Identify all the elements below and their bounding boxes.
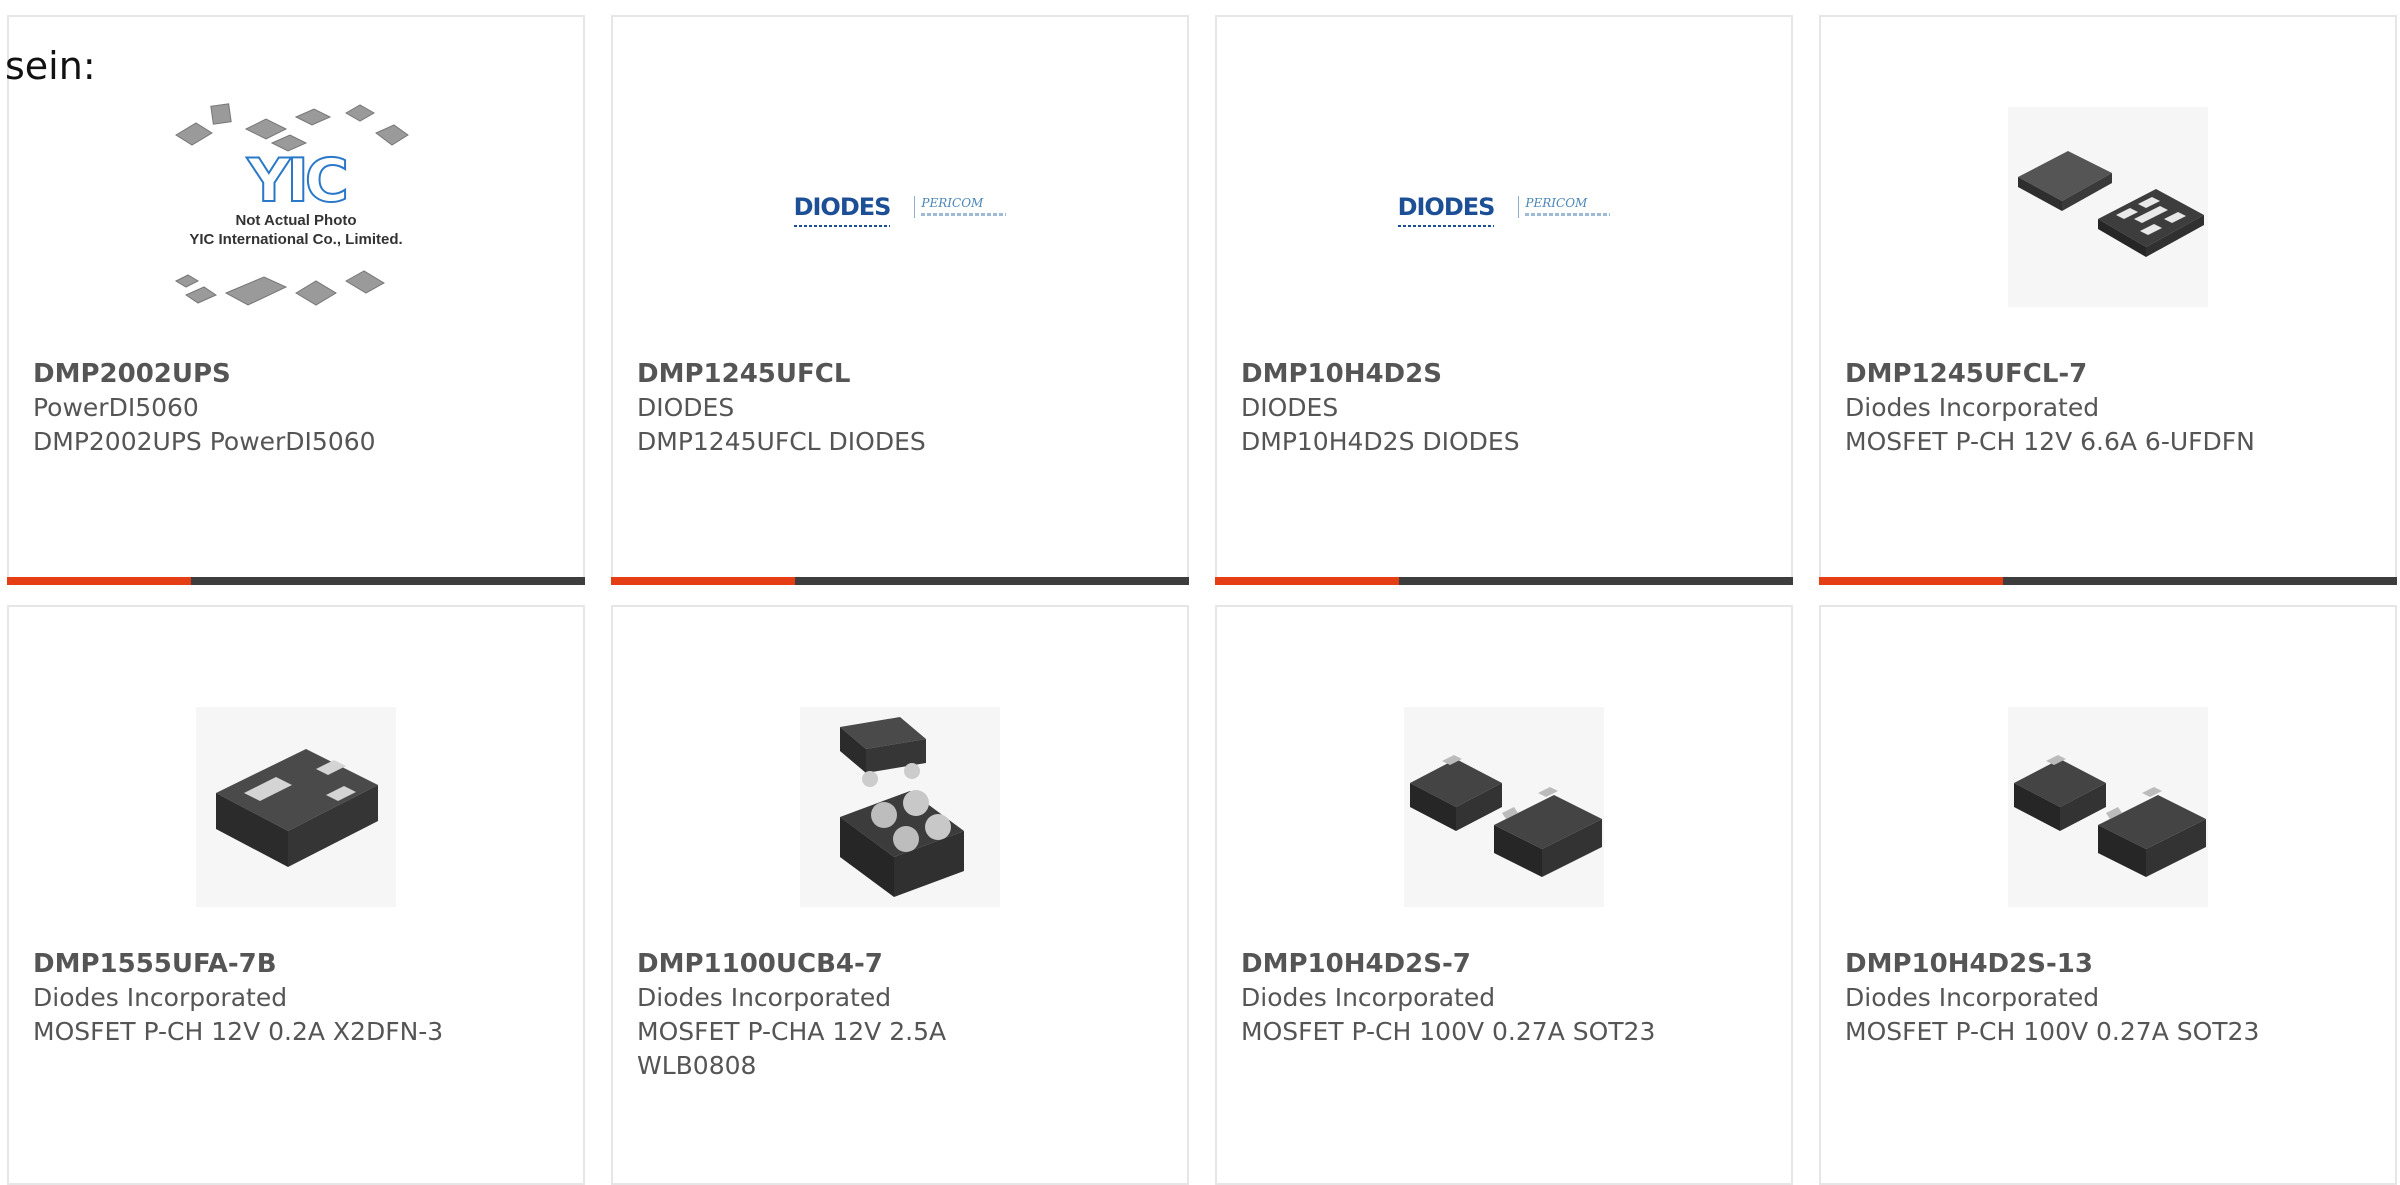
part-number[interactable]: DMP1100UCB4-7 [637, 947, 1167, 981]
diodes-brand: DIODES [1397, 193, 1495, 227]
product-image[interactable]: YIC Not Actual Photo YIC International C… [9, 47, 583, 367]
description: MOSFET P-CH 100V 0.27A SOT23 [1845, 1017, 2260, 1046]
card-footer-bar [7, 577, 585, 585]
product-card[interactable]: DMP10H4D2S-13 Diodes Incorporated MOSFET… [1819, 605, 2397, 1185]
part-number[interactable]: DMP1245UFCL-7 [1845, 357, 2375, 391]
manufacturer: DIODES [1241, 393, 1339, 422]
sot23-package-icon [2008, 707, 2208, 907]
product-image[interactable] [1821, 657, 2395, 957]
pericom-brand: PERICOM [1518, 196, 1611, 218]
description: DMP2002UPS PowerDI5060 [33, 427, 376, 456]
product-card[interactable]: YIC Not Actual Photo YIC International C… [7, 15, 585, 585]
product-card[interactable]: DMP10H4D2S-7 Diodes Incorporated MOSFET … [1215, 605, 1793, 1185]
part-number[interactable]: DMP1245UFCL [637, 357, 1167, 391]
manufacturer: Diodes Incorporated [637, 983, 892, 1012]
product-image[interactable] [1217, 657, 1791, 957]
description: DMP1245UFCL DIODES [637, 427, 926, 456]
diodes-logo: DIODES PERICOM [793, 193, 1007, 227]
manufacturer: Diodes Incorporated [1845, 393, 2100, 422]
description: MOSFET P-CH 12V 6.6A 6-UFDFN [1845, 427, 2255, 456]
pericom-brand: PERICOM [914, 196, 1007, 218]
card-footer-bar [1819, 577, 2397, 585]
card-footer-bar [611, 577, 1189, 585]
description: MOSFET P-CHA 12V 2.5A WLB0808 [637, 1017, 947, 1080]
ufdfn-package-icon [2008, 107, 2208, 307]
overlay-text: sein: [5, 44, 96, 88]
part-number[interactable]: DMP10H4D2S [1241, 357, 1771, 391]
manufacturer: Diodes Incorporated [1845, 983, 2100, 1012]
card-footer-bar [1215, 577, 1793, 585]
product-card[interactable]: DIODES PERICOM DMP10H4D2S DIODES DMP10H4… [1215, 15, 1793, 585]
yic-placeholder-image: YIC Not Actual Photo YIC International C… [146, 95, 446, 319]
product-image[interactable] [613, 657, 1187, 957]
part-number[interactable]: DMP10H4D2S-13 [1845, 947, 2375, 981]
part-number[interactable]: DMP10H4D2S-7 [1241, 947, 1771, 981]
product-image[interactable]: DIODES PERICOM [613, 47, 1187, 367]
product-card[interactable]: DMP1100UCB4-7 Diodes Incorporated MOSFET… [611, 605, 1189, 1185]
manufacturer: Diodes Incorporated [1241, 983, 1496, 1012]
sot23-package-icon [1404, 707, 1604, 907]
x2dfn-package-icon [196, 707, 396, 907]
description: MOSFET P-CH 12V 0.2A X2DFN-3 [33, 1017, 444, 1046]
product-image[interactable]: DIODES PERICOM [1217, 47, 1791, 367]
product-card[interactable]: DMP1555UFA-7B Diodes Incorporated MOSFET… [7, 605, 585, 1185]
diodes-logo: DIODES PERICOM [1397, 193, 1611, 227]
description: MOSFET P-CH 100V 0.27A SOT23 [1241, 1017, 1656, 1046]
diodes-brand: DIODES [793, 193, 891, 227]
manufacturer: DIODES [637, 393, 735, 422]
product-card[interactable]: DIODES PERICOM DMP1245UFCL DIODES DMP124… [611, 15, 1189, 585]
product-image[interactable] [9, 657, 583, 957]
manufacturer: PowerDI5060 [33, 393, 199, 422]
product-card[interactable]: DMP1245UFCL-7 Diodes Incorporated MOSFET… [1819, 15, 2397, 585]
part-number[interactable]: DMP2002UPS [33, 357, 563, 391]
product-image[interactable] [1821, 47, 2395, 367]
wlb-package-icon [800, 707, 1000, 907]
part-number[interactable]: DMP1555UFA-7B [33, 947, 563, 981]
placeholder-company: YIC International Co., Limited. [189, 231, 403, 248]
manufacturer: Diodes Incorporated [33, 983, 288, 1012]
description: DMP10H4D2S DIODES [1241, 427, 1520, 456]
